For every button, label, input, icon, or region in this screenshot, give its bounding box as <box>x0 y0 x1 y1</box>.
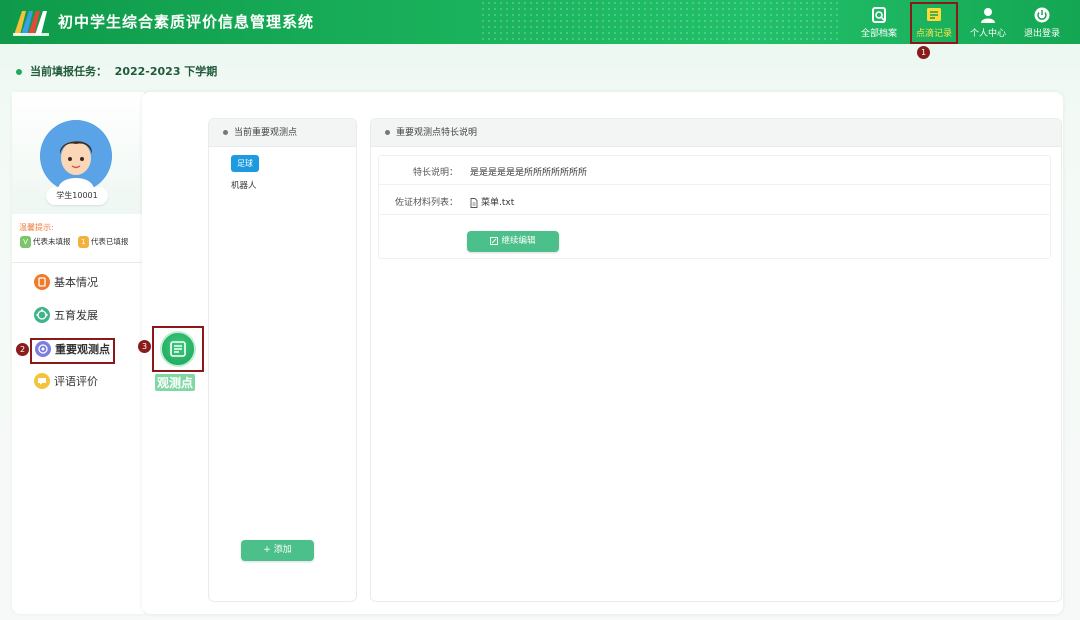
tip-title: 温馨提示: <box>19 223 54 232</box>
file-icon <box>470 197 478 208</box>
nav-personal-center[interactable]: 个人中心 <box>962 4 1014 42</box>
header-dot-icon <box>385 130 390 135</box>
nav-records[interactable]: 点滴记录 <box>910 2 958 44</box>
menu-item-basic-info[interactable]: 基本情况 <box>34 274 98 296</box>
specialty-value: 是是是是是是所所所所所所所 <box>470 168 588 178</box>
panel-title: 重要观测点特长说明 <box>396 128 478 138</box>
panel-header: 当前重要观测点 <box>209 119 356 147</box>
development-icon <box>34 307 50 323</box>
divider <box>12 262 142 263</box>
filled-badge-icon: 1 <box>77 236 89 248</box>
unfilled-badge-icon: V <box>20 236 31 248</box>
student-id: 学生10001 <box>46 187 108 205</box>
evidence-files-row: 佐证材料列表： 菜单.txt <box>395 195 514 208</box>
add-point-button[interactable]: + 添加 <box>241 540 314 561</box>
menu-item-comments[interactable]: 评语评价 <box>34 373 98 395</box>
current-task: 当前填报任务： 2022-2023 下学期 <box>16 63 217 79</box>
continue-edit-button[interactable]: 继续编辑 <box>467 231 559 252</box>
observation-tool-button[interactable] <box>152 326 204 372</box>
nav-label: 个人中心 <box>969 29 1006 39</box>
observation-tool-label: 观测点 <box>155 374 196 391</box>
step-marker-2: 2 <box>16 343 29 356</box>
power-icon <box>1034 7 1050 23</box>
menu-item-development[interactable]: 五育发展 <box>34 307 98 329</box>
task-label: 当前填报任务： <box>30 65 107 78</box>
user-icon <box>981 8 995 23</box>
menu-label: 评语评价 <box>54 375 98 388</box>
specialty-description-panel: 重要观测点特长说明 特长说明： 是是是是是是所所所所所所所 佐证材料列表： 菜单.t… <box>370 118 1062 602</box>
panel-header: 重要观测点特长说明 <box>371 119 1061 147</box>
archive-icon <box>872 7 886 23</box>
files-label: 佐证材料列表： <box>395 198 459 208</box>
menu-label: 五育发展 <box>54 309 98 322</box>
nav-logout[interactable]: 退出登录 <box>1016 4 1068 42</box>
file-link[interactable]: 菜单.txt <box>470 197 515 208</box>
divider <box>379 184 1051 185</box>
nav-label: 点滴记录 <box>915 29 952 39</box>
specialty-row: 特长说明： 是是是是是是所所所所所所所 <box>413 165 587 178</box>
edit-icon <box>490 236 499 245</box>
task-value: 2022-2023 下学期 <box>114 65 218 78</box>
observation-point-item[interactable]: 机器人 <box>231 179 257 191</box>
menu-label: 重要观测点 <box>55 343 110 356</box>
tip-unfilled: 代表未填报 <box>33 237 71 246</box>
description-form: 特长说明： 是是是是是是所所所所所所所 佐证材料列表： 菜单.txt 继续编辑 <box>378 155 1051 259</box>
tip-filled: 代表已填报 <box>90 237 129 246</box>
observation-point-icon <box>35 341 51 357</box>
basic-info-icon <box>34 274 50 290</box>
specialty-label: 特长说明： <box>413 168 459 178</box>
list-icon <box>170 341 186 357</box>
left-sidebar: 学生10001 温馨提示: V 代表未填报 1 代表已填报 基本情况 五育发展 重要… <box>12 92 144 614</box>
student-avatar-icon <box>40 120 112 192</box>
nav-all-archives[interactable]: 全部档案 <box>853 4 905 42</box>
panel-title: 当前重要观测点 <box>234 128 298 138</box>
app-logo-icon <box>13 11 49 36</box>
step-marker-3: 3 <box>138 340 151 353</box>
comment-icon <box>34 373 50 389</box>
app-header: 初中学生综合素质评价信息管理系统 全部档案 点滴记录 个人中心 退出登录 <box>0 0 1080 44</box>
header-dot-icon <box>223 130 228 135</box>
observation-tool-circle <box>160 331 196 367</box>
observation-point-item[interactable]: 足球 <box>231 155 259 172</box>
tip-legend: V 代表未填报 1 代表已填报 <box>20 236 128 248</box>
divider <box>379 214 1051 215</box>
file-name: 菜单.txt <box>481 198 515 208</box>
avatar <box>40 120 112 192</box>
header-pattern <box>480 0 840 44</box>
task-dot-icon <box>16 69 22 75</box>
profile-area: 学生10001 <box>12 92 142 214</box>
menu-item-observation-points[interactable]: 重要观测点 <box>30 338 115 364</box>
observation-points-panel: 当前重要观测点 足球 机器人 + 添加 <box>208 118 357 602</box>
nav-label: 全部档案 <box>860 29 897 39</box>
nav-label: 退出登录 <box>1023 29 1060 39</box>
menu-label: 基本情况 <box>54 276 98 289</box>
edit-label: 继续编辑 <box>501 236 536 246</box>
step-marker-1: 1 <box>917 46 930 59</box>
app-title: 初中学生综合素质评价信息管理系统 <box>58 13 315 31</box>
record-icon <box>927 8 941 21</box>
